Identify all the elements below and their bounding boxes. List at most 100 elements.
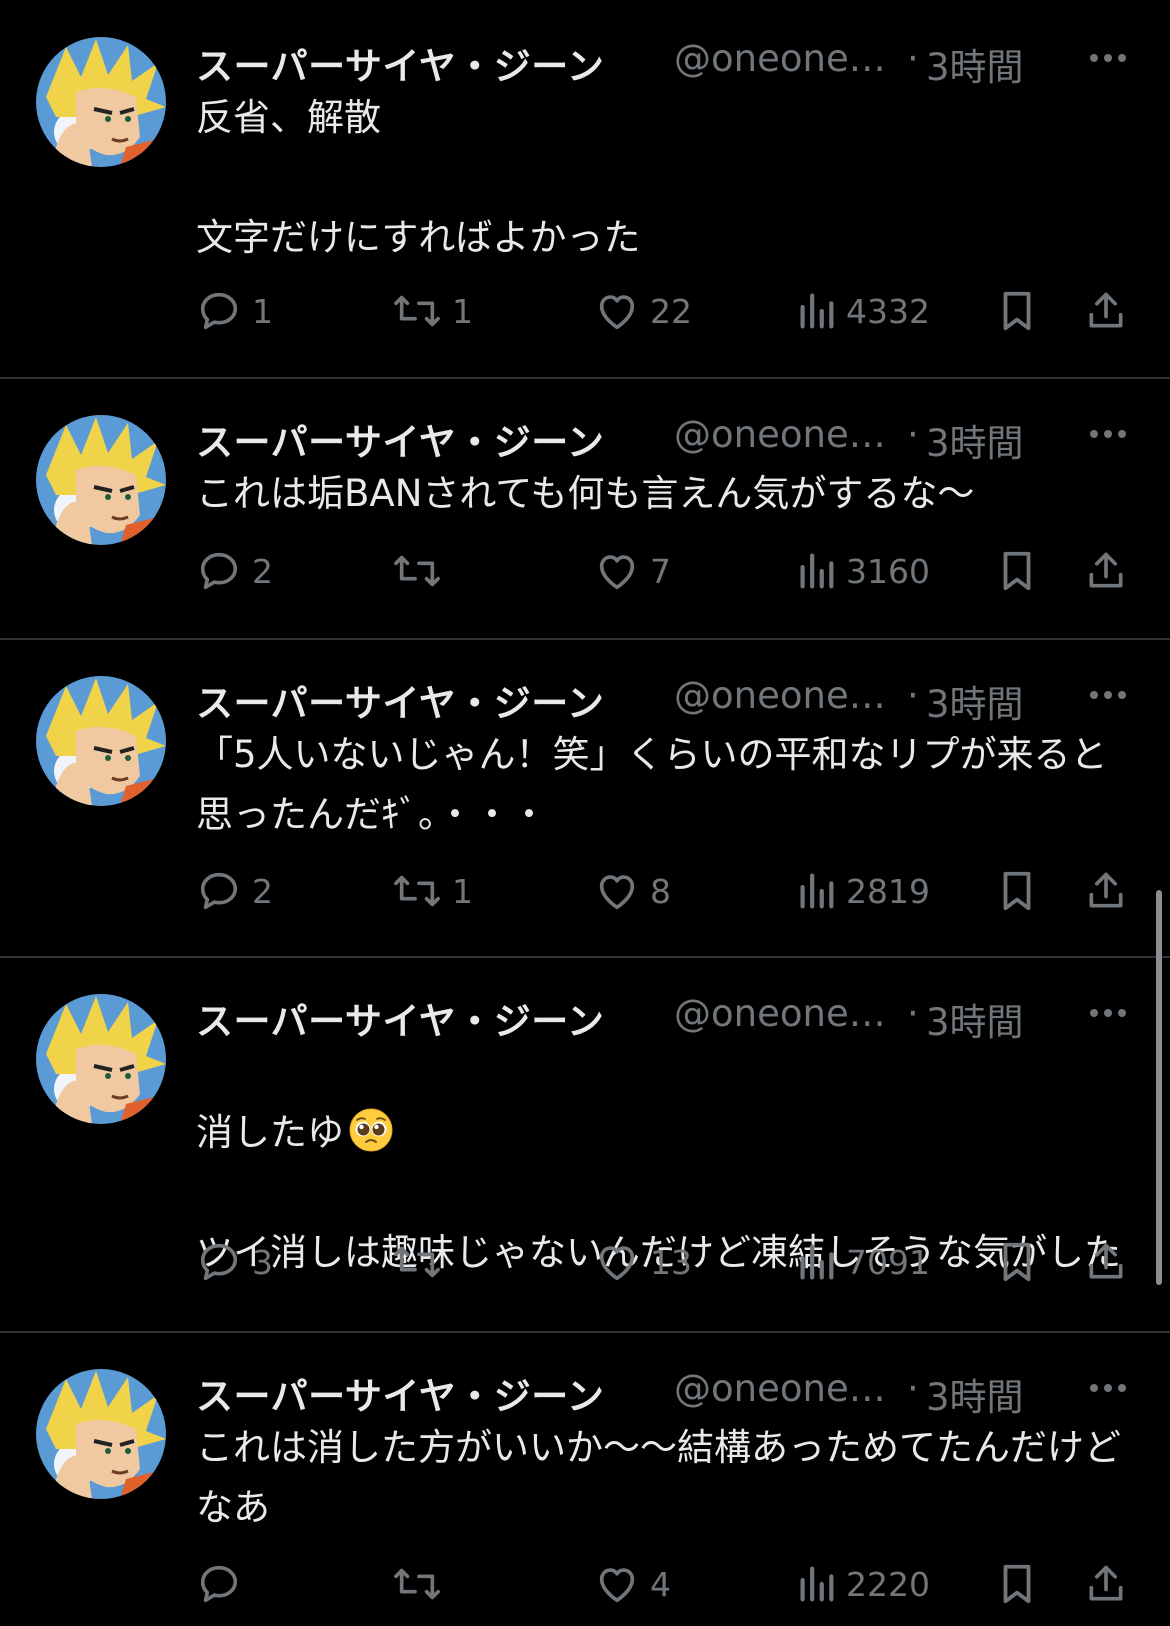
bookmark-button[interactable]	[996, 1556, 1038, 1612]
views-button[interactable]: 4332	[796, 283, 930, 339]
more-icon[interactable]	[1086, 46, 1130, 70]
bookmark-button[interactable]	[996, 543, 1038, 599]
tweet-actions: 1 1 22 4332	[196, 283, 1140, 339]
reply-button[interactable]: 1	[196, 283, 273, 339]
tweet-text: これは消した方がいいか〜〜結構あっためてたんだけどなあ	[196, 1426, 1121, 1529]
tweet[interactable]: スーパーサイヤ・ジーン @oneone… · 3時間 「5人いないじゃん！笑」く…	[0, 640, 1170, 958]
heart-icon	[599, 875, 635, 910]
tweet[interactable]: スーパーサイヤ・ジーン @oneone… · 3時間 消したゆ ツイ消しは趣味じ…	[0, 958, 1170, 1333]
display-name[interactable]: スーパーサイヤ・ジーン	[196, 1366, 604, 1420]
views-button[interactable]: 7091	[796, 1234, 930, 1290]
retweet-icon	[394, 295, 440, 327]
avatar[interactable]	[36, 676, 166, 806]
more-icon[interactable]	[1086, 1001, 1130, 1025]
retweet-button[interactable]	[392, 543, 452, 599]
tweet-header: スーパーサイヤ・ジーン @oneone… · 3時間	[196, 1360, 1126, 1420]
handle[interactable]: @oneone…	[674, 1367, 886, 1410]
display-name[interactable]: スーパーサイヤ・ジーン	[196, 991, 604, 1045]
heart-icon	[599, 1568, 635, 1603]
tweet-actions: 2 1 8 2819	[196, 863, 1140, 919]
reply-count: 3	[252, 1242, 273, 1282]
share-button[interactable]	[1084, 863, 1128, 919]
scrollbar[interactable]	[1156, 890, 1162, 1285]
views-icon	[800, 293, 834, 329]
timestamp[interactable]: 3時間	[926, 37, 1024, 91]
share-button[interactable]	[1084, 1234, 1128, 1290]
tweet-header: スーパーサイヤ・ジーン @oneone… · 3時間	[196, 985, 1126, 1045]
timestamp[interactable]: 3時間	[926, 674, 1024, 728]
display-name[interactable]: スーパーサイヤ・ジーン	[196, 412, 604, 466]
separator: ·	[907, 992, 919, 1035]
like-count: 8	[650, 871, 671, 911]
reply-icon	[200, 1243, 238, 1281]
reply-count: 1	[252, 291, 273, 331]
retweet-icon	[394, 1246, 440, 1278]
like-count: 13	[650, 1242, 692, 1282]
avatar[interactable]	[36, 994, 166, 1124]
tweet[interactable]: スーパーサイヤ・ジーン @oneone… · 3時間 これは垢BANされても何も…	[0, 379, 1170, 640]
like-button[interactable]: 22	[594, 283, 692, 339]
bookmark-button[interactable]	[996, 863, 1038, 919]
share-button[interactable]	[1084, 1556, 1128, 1612]
avatar[interactable]	[36, 37, 166, 167]
views-count: 7091	[846, 1242, 930, 1282]
like-count: 4	[650, 1564, 671, 1604]
bookmark-button[interactable]	[996, 1234, 1038, 1290]
handle[interactable]: @oneone…	[674, 992, 886, 1035]
like-button[interactable]: 7	[594, 543, 671, 599]
views-button[interactable]: 2220	[796, 1556, 930, 1612]
heart-icon	[599, 555, 635, 590]
bookmark-icon	[1003, 551, 1031, 591]
share-icon	[1089, 552, 1123, 588]
tweet[interactable]: スーパーサイヤ・ジーン @oneone… · 3時間 これは消した方がいいか〜〜…	[0, 1333, 1170, 1626]
reply-button[interactable]: 3	[196, 1234, 273, 1290]
heart-icon	[599, 295, 635, 330]
share-button[interactable]	[1084, 283, 1128, 339]
retweet-count: 1	[452, 291, 473, 331]
views-button[interactable]: 2819	[796, 863, 930, 919]
views-icon	[800, 553, 834, 589]
retweet-button[interactable]	[392, 1234, 452, 1290]
retweet-button[interactable]: 1	[392, 283, 473, 339]
display-name[interactable]: スーパーサイヤ・ジーン	[196, 673, 604, 727]
reply-count: 2	[252, 871, 273, 911]
retweet-button[interactable]: 1	[392, 863, 473, 919]
bookmark-button[interactable]	[996, 283, 1038, 339]
timestamp[interactable]: 3時間	[926, 1367, 1024, 1421]
share-icon	[1089, 872, 1123, 908]
timestamp[interactable]: 3時間	[926, 413, 1024, 467]
views-count: 2819	[846, 871, 930, 911]
retweet-button[interactable]	[392, 1556, 452, 1612]
bookmark-icon	[1003, 1242, 1031, 1282]
pleading-face-emoji	[349, 1108, 393, 1152]
share-icon	[1089, 1243, 1123, 1279]
bookmark-icon	[1003, 291, 1031, 331]
tweet-text: これは垢BANされても何も言えん気がするな〜	[196, 472, 975, 515]
share-button[interactable]	[1084, 543, 1128, 599]
avatar[interactable]	[36, 1369, 166, 1499]
like-button[interactable]: 8	[594, 863, 671, 919]
reply-button[interactable]: 2	[196, 863, 273, 919]
handle[interactable]: @oneone…	[674, 413, 886, 456]
reply-count: 2	[252, 551, 273, 591]
handle[interactable]: @oneone…	[674, 37, 886, 80]
tweet[interactable]: スーパーサイヤ・ジーン @oneone… · 3時間 反省、解散 文字だけにすれ…	[0, 0, 1170, 379]
avatar[interactable]	[36, 415, 166, 545]
handle[interactable]: @oneone…	[674, 674, 886, 717]
separator: ·	[907, 674, 919, 717]
more-icon[interactable]	[1086, 422, 1130, 446]
views-button[interactable]: 3160	[796, 543, 930, 599]
like-button[interactable]: 13	[594, 1234, 692, 1290]
tweet-text-first: 消したゆ	[196, 1111, 344, 1154]
like-button[interactable]: 4	[594, 1556, 671, 1612]
more-icon[interactable]	[1086, 1376, 1130, 1400]
display-name[interactable]: スーパーサイヤ・ジーン	[196, 36, 604, 90]
tweet-text: 消したゆ ツイ消しは趣味じゃないんだけど凍結しそうな気がした	[196, 1043, 1126, 1343]
more-icon[interactable]	[1086, 683, 1130, 707]
tweet-header: スーパーサイヤ・ジーン @oneone… · 3時間	[196, 30, 1126, 90]
reply-button[interactable]: 2	[196, 543, 273, 599]
reply-button[interactable]	[196, 1556, 252, 1612]
views-icon	[800, 1244, 834, 1280]
share-icon	[1089, 1565, 1123, 1601]
timestamp[interactable]: 3時間	[926, 992, 1024, 1046]
